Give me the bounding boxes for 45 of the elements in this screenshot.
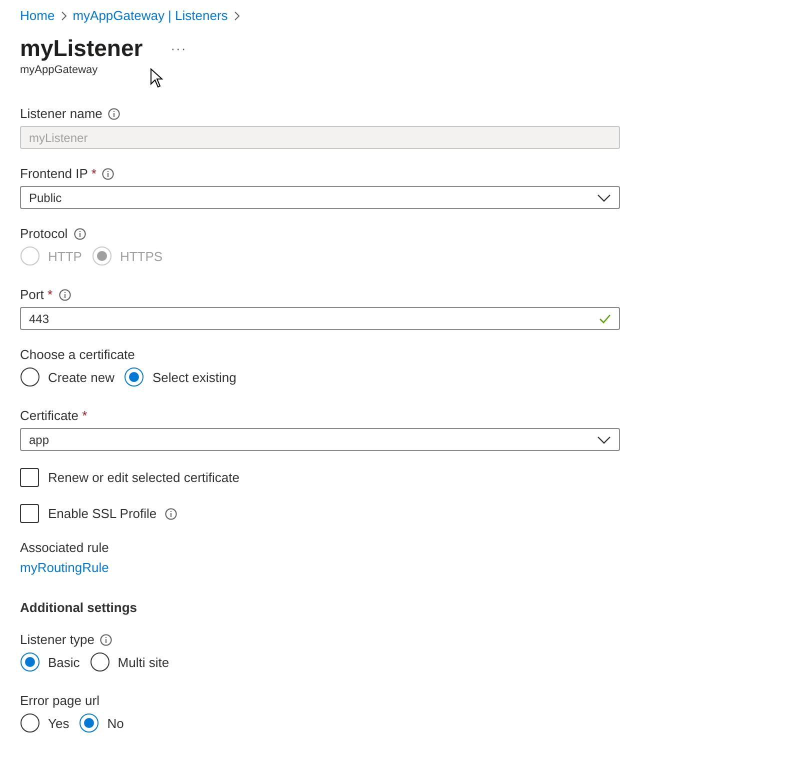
radio-option[interactable]: Create new bbox=[20, 367, 114, 387]
dropdown-field[interactable]: app bbox=[20, 428, 620, 451]
mouse-pointer-icon bbox=[150, 68, 163, 88]
checkbox[interactable]: Enable SSL Profile bbox=[20, 504, 157, 523]
info-icon[interactable] bbox=[164, 508, 177, 520]
field-label: Associated rule bbox=[20, 540, 109, 555]
radio-option[interactable]: Select existing bbox=[124, 367, 236, 387]
dropdown-field[interactable]: Public bbox=[20, 186, 620, 209]
chevron-down-icon bbox=[597, 436, 611, 444]
section-heading: Additional settings bbox=[20, 600, 138, 615]
breadcrumb-link[interactable]: Home bbox=[20, 8, 55, 23]
radio-circle-icon bbox=[124, 367, 144, 387]
info-icon[interactable] bbox=[58, 288, 71, 300]
info-icon[interactable] bbox=[100, 634, 112, 646]
chevron-right-icon bbox=[60, 10, 67, 20]
page-title: myListener bbox=[20, 35, 143, 62]
field-label: Port * bbox=[20, 287, 53, 302]
radio-option[interactable]: Basic bbox=[20, 652, 80, 672]
radio-option[interactable]: No bbox=[79, 713, 124, 733]
text-field[interactable]: 443 bbox=[20, 307, 620, 330]
chevron-right-icon bbox=[234, 10, 240, 20]
radio-circle-icon bbox=[20, 367, 40, 387]
breadcrumb-link[interactable]: myAppGateway | Listeners bbox=[72, 8, 228, 23]
more-button[interactable]: ··· bbox=[166, 41, 191, 56]
radio-option[interactable]: Multi site bbox=[90, 652, 170, 672]
radio-circle-icon bbox=[20, 246, 40, 266]
radio-circle-icon bbox=[20, 713, 40, 733]
radio-circle-icon bbox=[20, 652, 40, 672]
radio-circle-icon bbox=[90, 652, 110, 672]
radio-option[interactable]: Yes bbox=[20, 713, 70, 733]
field-label: Listener name bbox=[20, 106, 102, 121]
radio-circle-icon bbox=[79, 713, 100, 733]
rule-link[interactable]: myRoutingRule bbox=[20, 560, 109, 575]
radio-circle-icon bbox=[92, 246, 112, 266]
checkmark-icon bbox=[599, 314, 611, 324]
field-label: Choose a certificate bbox=[20, 347, 135, 362]
field-label: Error page url bbox=[20, 693, 100, 708]
info-icon[interactable] bbox=[102, 168, 114, 180]
checkbox[interactable]: Renew or edit selected certificate bbox=[20, 468, 240, 487]
field-label: Protocol bbox=[20, 226, 68, 241]
page-subtitle: myAppGateway bbox=[20, 64, 99, 76]
field-label: Certificate * bbox=[20, 408, 88, 423]
field-label: Frontend IP * bbox=[20, 166, 96, 181]
chevron-down-icon bbox=[597, 194, 611, 202]
field-label: Listener type bbox=[20, 632, 94, 647]
